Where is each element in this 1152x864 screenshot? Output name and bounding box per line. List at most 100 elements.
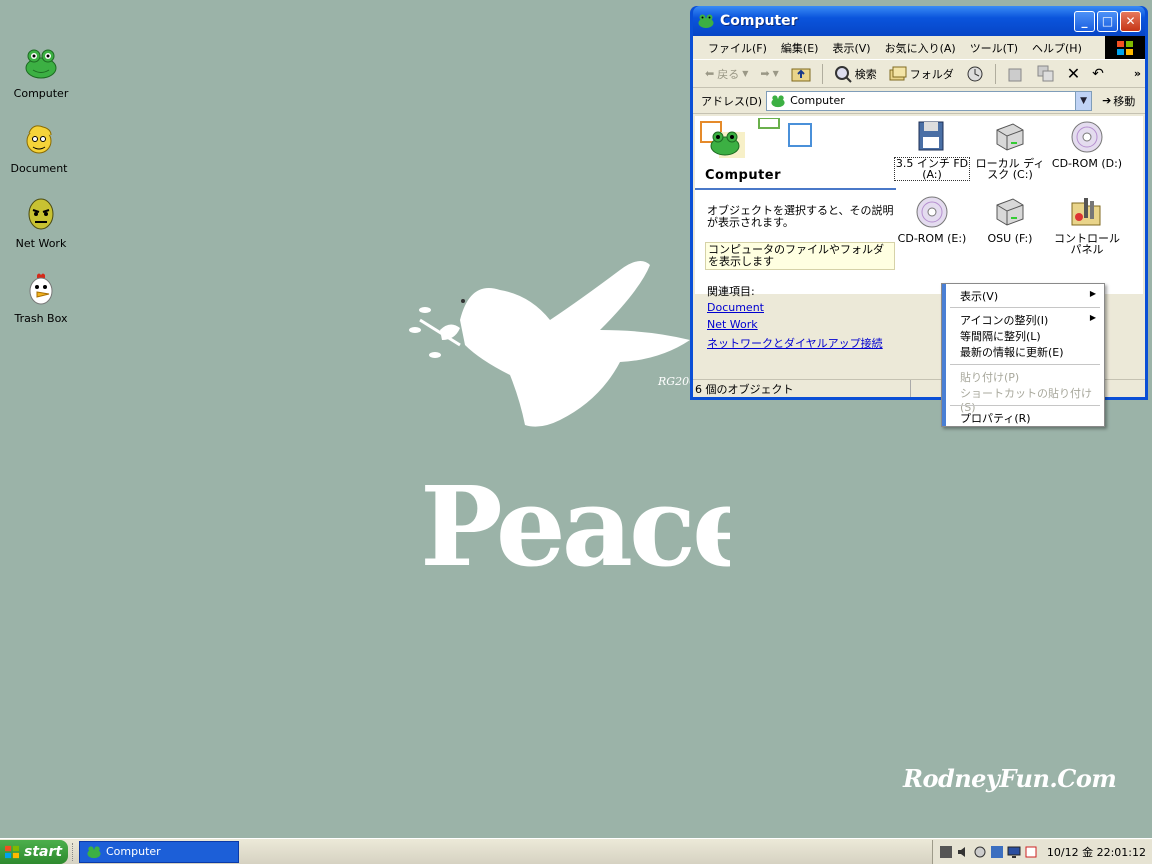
content-area[interactable]: Computer オブジェクトを選択すると、その説明が表示されます。 コンピュー… <box>695 116 1143 350</box>
toolbar-separator <box>994 63 996 84</box>
status-text: 6 個のオブジェクト <box>693 380 911 397</box>
control-panel-icon <box>1071 198 1101 226</box>
toolbar-overflow-chevron[interactable]: » <box>1134 67 1141 80</box>
ctx-item-refresh[interactable]: 最新の情報に更新(E) <box>960 344 1064 360</box>
up-folder-button[interactable] <box>787 66 815 82</box>
tray-app-icon[interactable] <box>939 845 953 859</box>
ctx-item-line-up[interactable]: 等間隔に整列(L) <box>960 328 1041 344</box>
menu-tools[interactable]: ツール(T) <box>963 40 1025 56</box>
taskbar-grip[interactable] <box>72 842 75 861</box>
chicken-icon <box>29 273 53 305</box>
windows-logo-icon <box>1105 36 1145 59</box>
taskpane-heading: Computer <box>705 168 782 183</box>
link-document[interactable]: Document <box>707 301 764 314</box>
frog-icon <box>771 94 785 107</box>
copy-to-button[interactable] <box>1033 65 1059 83</box>
menu-edit[interactable]: 編集(E) <box>774 40 826 56</box>
ctx-item-view[interactable]: 表示(V) <box>960 288 998 304</box>
wallpaper-peace-text: Peace <box>420 462 730 590</box>
go-button[interactable]: ➔ 移動 <box>1102 93 1135 109</box>
taskbar-button-computer[interactable]: Computer <box>79 840 239 863</box>
forward-button[interactable]: ➡ ▼ <box>756 67 782 80</box>
delete-x-icon: ✕ <box>1066 64 1081 83</box>
move-to-icon <box>1008 68 1022 81</box>
menu-help[interactable]: ヘルプ(H) <box>1025 40 1089 56</box>
menu-separator <box>950 307 1100 308</box>
taskpane-divider <box>695 188 896 190</box>
back-arrow-icon: ⬅ <box>705 67 715 80</box>
window-title: Computer <box>720 13 798 29</box>
tray-app-icon[interactable] <box>1024 845 1038 859</box>
minimize-button[interactable]: _ <box>1074 10 1095 32</box>
drive-local-c[interactable]: ローカル ディスク (C:) <box>973 120 1047 180</box>
taskpane-tip: コンピュータのファイルやフォルダを表示します <box>705 242 895 270</box>
maximize-button[interactable]: □ <box>1097 10 1118 32</box>
move-to-button[interactable] <box>1003 65 1029 83</box>
ctx-item-properties[interactable]: プロパティ(R) <box>960 410 1031 426</box>
desktop-icon-label: Document <box>10 162 68 175</box>
back-label: 戻る <box>717 67 740 81</box>
cd-rom-icon <box>1071 121 1103 153</box>
folder-up-icon <box>791 68 811 81</box>
cartoon-face-icon <box>26 125 52 154</box>
history-icon <box>967 66 983 81</box>
back-button[interactable]: ⬅ 戻る ▼ <box>701 66 752 82</box>
drive-label: OSU (F:) <box>987 232 1033 245</box>
drive-cdrom-d[interactable]: CD-ROM (D:) <box>1050 120 1124 169</box>
folders-icon <box>889 66 907 80</box>
copy-to-icon <box>1037 65 1054 81</box>
mask-face-icon <box>28 198 54 230</box>
go-arrow-icon: ➔ <box>1102 94 1112 107</box>
chevron-down-icon: ▼ <box>1080 95 1088 106</box>
desktop-icon-network[interactable]: Net Work <box>1 196 81 250</box>
desktop-icon-trash[interactable]: Trash Box <box>1 271 81 325</box>
windows-logo-icon <box>5 845 19 858</box>
desktop-icon-label: Trash Box <box>14 312 68 325</box>
delete-button[interactable]: ✕ <box>1063 64 1084 83</box>
close-button[interactable]: ✕ <box>1120 10 1141 32</box>
menu-file[interactable]: ファイル(F) <box>701 40 774 56</box>
folders-button[interactable]: フォルダ <box>885 66 958 82</box>
menu-favorites[interactable]: お気に入り(A) <box>878 40 963 56</box>
drive-label: コントロール パネル <box>1054 232 1120 256</box>
task-pane: Computer オブジェクトを選択すると、その説明が表示されます。 コンピュー… <box>695 116 896 350</box>
search-button[interactable]: 検索 <box>830 65 881 83</box>
drive-floppy[interactable]: 3.5 インチ FD (A:) <box>894 120 970 181</box>
network-icon[interactable] <box>990 845 1004 859</box>
menu-bar: ファイル(F) 編集(E) 表示(V) お気に入り(A) ツール(T) ヘルプ(… <box>693 36 1145 60</box>
tray-utility-icon[interactable] <box>973 845 987 859</box>
address-field[interactable]: Computer ▼ <box>766 90 1093 111</box>
control-panel-item[interactable]: コントロール パネル <box>1050 195 1124 255</box>
start-button[interactable]: start <box>0 839 68 864</box>
title-bar[interactable]: Computer _ □ ✕ <box>693 6 1145 36</box>
chevron-down-icon: ▼ <box>742 69 749 78</box>
undo-button[interactable]: ↶ <box>1088 66 1108 82</box>
menu-view[interactable]: 表示(V) <box>825 40 877 56</box>
clock[interactable]: 10/12 金 22:01:12 <box>1047 844 1146 860</box>
hard-drive-icon <box>996 198 1024 226</box>
history-button[interactable] <box>962 65 988 83</box>
minimize-icon: _ <box>1081 14 1088 28</box>
ctx-item-paste[interactable]: 貼り付け(P) <box>960 369 1019 385</box>
ctx-item-arrange-icons[interactable]: アイコンの整列(I) <box>960 312 1048 328</box>
frog-icon <box>87 845 101 858</box>
drive-cdrom-e[interactable]: CD-ROM (E:) <box>895 195 969 244</box>
drive-osu-f[interactable]: OSU (F:) <box>973 195 1047 244</box>
context-menu: 表示(V) ▶ アイコンの整列(I) ▶ 等間隔に整列(L) 最新の情報に更新(… <box>941 283 1105 427</box>
floppy-disk-icon <box>918 121 944 151</box>
drive-label: CD-ROM (D:) <box>1051 157 1123 170</box>
peace-dove-wallpaper: RG200 Peace <box>409 261 730 590</box>
volume-icon[interactable] <box>956 845 970 859</box>
link-network[interactable]: Net Work <box>707 318 758 331</box>
link-dialup[interactable]: ネットワークとダイヤルアップ接続 <box>707 335 883 351</box>
taskbar: start Computer 10/12 金 22:01:12 <box>0 838 1152 864</box>
undo-icon: ↶ <box>1092 65 1104 82</box>
search-label: 検索 <box>854 67 877 81</box>
wallpaper-brand: RodneyFun.Com <box>903 764 1117 793</box>
monitor-icon[interactable] <box>1007 845 1021 859</box>
address-dropdown-button[interactable]: ▼ <box>1075 91 1092 110</box>
desktop-icon-document[interactable]: Document <box>0 121 79 175</box>
desktop-icon-label: Net Work <box>15 237 67 250</box>
go-label: 移動 <box>1113 94 1136 108</box>
desktop-icon-computer[interactable]: Computer <box>1 46 81 100</box>
